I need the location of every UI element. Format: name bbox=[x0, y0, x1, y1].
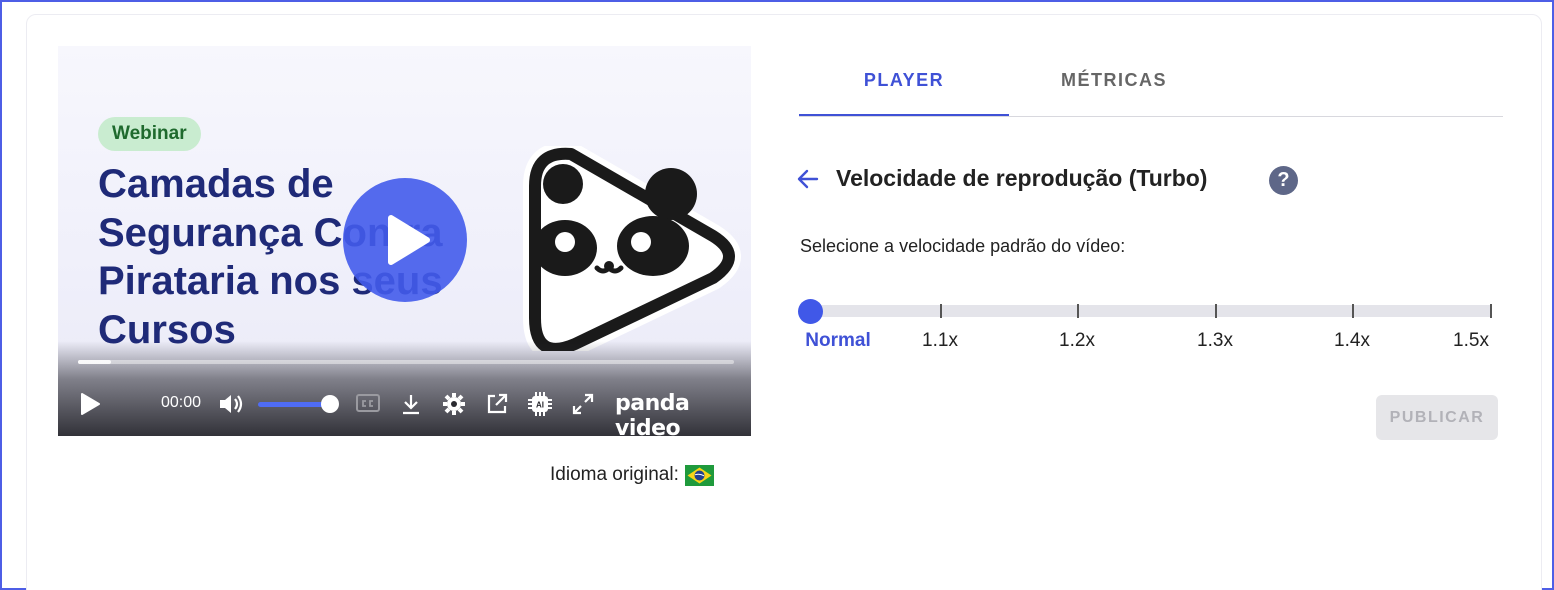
volume-knob[interactable] bbox=[321, 395, 339, 413]
speed-tick bbox=[1215, 304, 1217, 318]
panda-video-brand[interactable]: panda video bbox=[615, 391, 751, 436]
play-icon bbox=[388, 215, 430, 265]
speed-tick bbox=[1490, 304, 1492, 318]
settings-icon bbox=[443, 393, 465, 415]
captions-button[interactable] bbox=[356, 392, 380, 416]
speed-slider-track[interactable] bbox=[810, 305, 1492, 317]
settings-button[interactable] bbox=[442, 392, 466, 416]
arrow-left-icon bbox=[797, 169, 819, 189]
speed-mark-1-1x[interactable]: 1.1x bbox=[922, 330, 958, 352]
speed-mark-1-4x[interactable]: 1.4x bbox=[1334, 330, 1370, 352]
speed-mark-1-2x[interactable]: 1.2x bbox=[1059, 330, 1095, 352]
ai-chip-icon: AI bbox=[528, 392, 552, 416]
speed-tick bbox=[1352, 304, 1354, 318]
brazil-flag-icon bbox=[684, 464, 714, 486]
progress-bar[interactable] bbox=[78, 360, 734, 364]
tab-bar: PLAYER MÉTRICAS bbox=[799, 52, 1503, 117]
speed-tick bbox=[940, 304, 942, 318]
tab-metricas[interactable]: MÉTRICAS bbox=[1009, 52, 1219, 116]
progress-fill bbox=[78, 360, 111, 364]
speed-mark-1-3x[interactable]: 1.3x bbox=[1197, 330, 1233, 352]
fullscreen-button[interactable] bbox=[571, 392, 595, 416]
ai-button[interactable]: AI bbox=[528, 392, 552, 416]
play-icon bbox=[81, 393, 100, 415]
fullscreen-icon bbox=[572, 393, 594, 415]
tab-player[interactable]: PLAYER bbox=[799, 52, 1009, 116]
volume-button[interactable] bbox=[218, 392, 244, 416]
play-button[interactable] bbox=[78, 392, 102, 416]
publish-button[interactable]: PUBLICAR bbox=[1376, 395, 1498, 440]
big-play-button[interactable] bbox=[343, 178, 467, 302]
external-link-button[interactable] bbox=[485, 392, 509, 416]
webinar-badge: Webinar bbox=[98, 117, 201, 151]
download-button[interactable] bbox=[400, 392, 422, 416]
captions-icon bbox=[356, 394, 380, 412]
external-link-icon bbox=[487, 393, 508, 414]
section-title: Velocidade de reprodução (Turbo) bbox=[836, 165, 1208, 191]
speed-mark-normal[interactable]: Normal bbox=[805, 330, 870, 352]
speed-subtitle: Selecione a velocidade padrão do vídeo: bbox=[800, 236, 1126, 256]
video-player[interactable]: Webinar Camadas de Segurança Contra Pira… bbox=[58, 46, 751, 436]
language-label: Idioma original: bbox=[550, 464, 679, 485]
language-indicator: Idioma original: bbox=[550, 464, 714, 486]
help-icon[interactable]: ? bbox=[1269, 166, 1298, 195]
svg-text:AI: AI bbox=[536, 401, 544, 410]
time-display: 00:00 bbox=[161, 394, 202, 411]
player-controls: 00:00 AI panda video bbox=[58, 386, 751, 436]
panda-logo-icon bbox=[513, 141, 751, 361]
speed-tick bbox=[1077, 304, 1079, 318]
download-icon bbox=[403, 395, 419, 415]
volume-icon bbox=[220, 395, 243, 413]
speed-slider-knob[interactable] bbox=[798, 299, 823, 324]
back-button[interactable] bbox=[795, 166, 821, 197]
speed-mark-1-5x[interactable]: 1.5x bbox=[1453, 330, 1489, 352]
